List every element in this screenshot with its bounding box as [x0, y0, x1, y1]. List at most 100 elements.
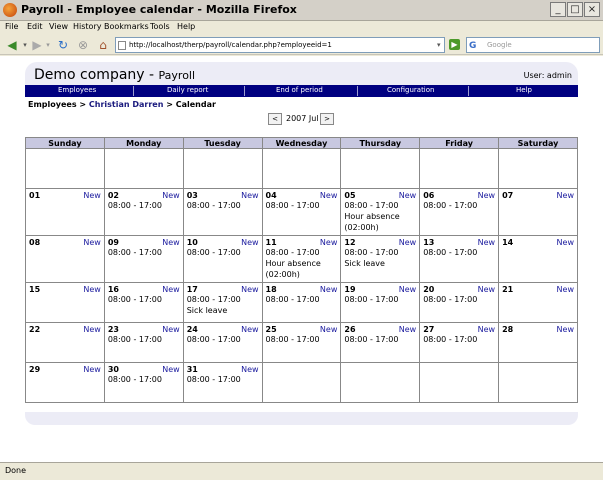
new-entry-link[interactable]: New	[162, 365, 179, 374]
new-entry-link[interactable]: New	[320, 238, 337, 247]
new-entry-link[interactable]: New	[162, 325, 179, 334]
home-icon[interactable]: ⌂	[95, 37, 111, 53]
new-entry-link[interactable]: New	[320, 325, 337, 334]
forward-dropdown-icon[interactable]: ▾	[44, 37, 52, 53]
next-month-button[interactable]: >	[320, 113, 334, 125]
reload-icon[interactable]: ↻	[55, 37, 71, 53]
nav-help[interactable]: Help	[516, 86, 532, 94]
work-hours-entry: 08:00 - 17:00	[107, 295, 162, 304]
go-icon[interactable]: ▶	[449, 39, 460, 50]
breadcrumb-separator: >	[79, 100, 87, 109]
day-number: 22	[29, 325, 41, 334]
nav-end-of-period[interactable]: End of period	[276, 86, 323, 94]
nav-daily-report[interactable]: Daily report	[167, 86, 208, 94]
new-entry-link[interactable]: New	[162, 238, 179, 247]
new-entry-link[interactable]: New	[162, 285, 179, 294]
back-icon[interactable]: ◀	[3, 37, 21, 53]
work-hours-entry: 08:00 - 17:00	[423, 295, 478, 304]
calendar-day-cell: 07 New	[498, 188, 578, 236]
stop-icon[interactable]: ⊗	[75, 37, 91, 53]
prev-month-button[interactable]: <	[268, 113, 282, 125]
forward-icon[interactable]: ▶	[30, 37, 44, 53]
calendar-day-cell: 30 New 08:00 - 17:00	[103, 362, 184, 403]
nav-separator	[468, 86, 469, 96]
work-hours-entry: 08:00 - 17:00	[344, 248, 399, 257]
new-entry-link[interactable]: New	[478, 191, 495, 200]
day-number: 11	[265, 238, 277, 247]
new-entry-link[interactable]: New	[399, 191, 416, 200]
maximize-button[interactable]: □	[567, 2, 583, 17]
new-entry-link[interactable]: New	[83, 365, 100, 374]
nav-employees[interactable]: Employees	[58, 86, 96, 94]
new-entry-link[interactable]: New	[241, 191, 258, 200]
new-entry-link[interactable]: New	[557, 285, 574, 294]
new-entry-link[interactable]: New	[241, 365, 258, 374]
day-number: 14	[502, 238, 514, 247]
calendar-week-row: 22 New 23 New 08:00 - 17:00 24 New 08:00 - 17:0…	[25, 322, 578, 363]
new-entry-link[interactable]: New	[399, 238, 416, 247]
new-entry-link[interactable]: New	[399, 325, 416, 334]
absence-entry: Sick leave	[186, 306, 228, 315]
breadcrumb-employee[interactable]: Christian Darren	[89, 100, 164, 109]
nav-separator	[357, 86, 358, 96]
back-dropdown-icon[interactable]: ▾	[21, 37, 29, 53]
new-entry-link[interactable]: New	[241, 325, 258, 334]
new-entry-link[interactable]: New	[241, 285, 258, 294]
menu-view[interactable]: View	[49, 22, 68, 31]
breadcrumb: Employees > Christian Darren > Calendar	[28, 100, 216, 109]
day-number: 25	[265, 325, 277, 334]
window-title: Payroll - Employee calendar - Mozilla Fi…	[21, 3, 297, 16]
calendar-day-cell: 04 New 08:00 - 17:00	[261, 188, 342, 236]
calendar-day-cell: 08 New	[25, 235, 105, 283]
calendar-day-cell: 03 New 08:00 - 17:00	[182, 188, 263, 236]
menu-file[interactable]: File	[5, 22, 18, 31]
new-entry-link[interactable]: New	[478, 325, 495, 334]
menu-help[interactable]: Help	[177, 22, 195, 31]
calendar-day-cell: 19 New 08:00 - 17:00	[340, 282, 421, 323]
work-hours-entry: 08:00 - 17:00	[186, 335, 241, 344]
new-entry-link[interactable]: New	[478, 285, 495, 294]
minimize-button[interactable]: _	[550, 2, 566, 17]
breadcrumb-employees[interactable]: Employees	[28, 100, 77, 109]
day-number: 24	[186, 325, 198, 334]
menu-history[interactable]: History	[73, 22, 101, 31]
new-entry-link[interactable]: New	[557, 238, 574, 247]
new-entry-link[interactable]: New	[83, 238, 100, 247]
new-entry-link[interactable]: New	[478, 238, 495, 247]
day-number: 28	[502, 325, 514, 334]
new-entry-link[interactable]: New	[83, 285, 100, 294]
work-hours-entry: 08:00 - 17:00	[186, 295, 241, 304]
new-entry-link[interactable]: New	[83, 325, 100, 334]
calendar-day-cell: 18 New 08:00 - 17:00	[261, 282, 342, 323]
day-number: 29	[29, 365, 41, 374]
close-button[interactable]: ×	[584, 2, 600, 17]
weekday-header: Monday	[103, 137, 184, 149]
calendar-day-cell: 05 New 08:00 - 17:00 Hour absence (02:00h)	[340, 188, 421, 236]
work-hours-entry: 08:00 - 17:00	[423, 335, 478, 344]
day-number: 07	[502, 191, 514, 200]
new-entry-link[interactable]: New	[241, 238, 258, 247]
calendar-day-cell	[498, 148, 578, 189]
menu-bookmarks[interactable]: Bookmarks	[104, 22, 149, 31]
calendar-day-cell: 10 New 08:00 - 17:00	[182, 235, 263, 283]
new-entry-link[interactable]: New	[557, 325, 574, 334]
nav-configuration[interactable]: Configuration	[387, 86, 434, 94]
calendar-day-cell: 27 New 08:00 - 17:00	[419, 322, 500, 363]
new-entry-link[interactable]: New	[399, 285, 416, 294]
new-entry-link[interactable]: New	[557, 191, 574, 200]
address-bar[interactable]: http://localhost/therp/payroll/calendar.…	[115, 37, 445, 53]
url-dropdown-icon[interactable]: ▾	[437, 38, 445, 52]
new-entry-link[interactable]: New	[320, 191, 337, 200]
new-entry-link[interactable]: New	[320, 285, 337, 294]
work-hours-entry: 08:00 - 17:00	[265, 201, 320, 210]
breadcrumb-separator: >	[166, 100, 173, 109]
work-hours-entry: 08:00 - 17:00	[344, 201, 399, 210]
new-entry-link[interactable]: New	[83, 191, 100, 200]
search-input[interactable]: G Google	[466, 37, 600, 53]
new-entry-link[interactable]: New	[162, 191, 179, 200]
menu-tools[interactable]: Tools	[150, 22, 170, 31]
menu-edit[interactable]: Edit	[27, 22, 43, 31]
work-hours-entry: 08:00 - 17:00	[344, 295, 399, 304]
absence-entry: (02:00h)	[265, 270, 300, 279]
work-hours-entry: 08:00 - 17:00	[107, 201, 162, 210]
